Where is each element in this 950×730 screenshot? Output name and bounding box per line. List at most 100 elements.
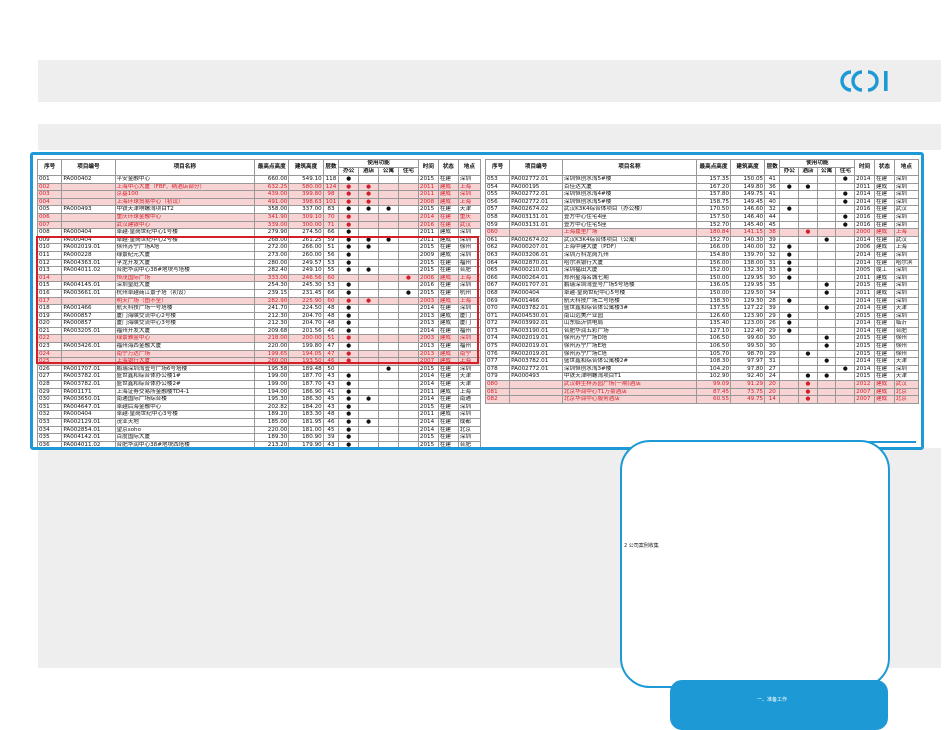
table-row[interactable]: 060 上海嘉里广场 180.84 141.15 38 ● 2000 建成 上海: [484, 228, 920, 237]
col-header[interactable]: 公寓: [816, 167, 837, 176]
table-cell: 建成: [873, 228, 895, 237]
table-row[interactable]: 032 PA000404 卓越·皇岗世纪中心3号楼 189.20 183.30 48 ● 20…: [36, 410, 482, 419]
table-row[interactable]: 034 PA002854.01 望京soho 220.00 181.00 45 ● 2014 在…: [36, 425, 482, 435]
col-header[interactable]: 状态: [437, 159, 459, 176]
col-header[interactable]: 最高点高度: [695, 159, 732, 176]
table-cell: 上海: [457, 197, 482, 207]
col-header[interactable]: 住宅: [835, 167, 856, 176]
table-row[interactable]: 077 PA003782.01 盛世鑫和综合体公寓楼2# 108.30 97.97 31 ●…: [484, 357, 920, 366]
col-header[interactable]: 时间: [854, 159, 875, 176]
col-header[interactable]: 项目名称: [561, 159, 697, 176]
table-row[interactable]: 067 PA001707.01 鹏瑞深圳湾壹号广场5号塔楼 136.05 129.95 3…: [484, 281, 920, 290]
col-header[interactable]: 时间: [417, 159, 439, 176]
table-row[interactable]: 080 武汉群生梓苏园广场(一期)酒店 99.09 91.29 20 ● 2012 建成 武汉: [484, 380, 920, 389]
col-header[interactable]: 建筑高度: [288, 159, 324, 176]
table-cell: 87.45: [695, 387, 732, 397]
table-row[interactable]: 062 PA000207.01 上海中建大厦（PDF） 166.00 140.00 32 ●…: [484, 243, 920, 252]
table-row[interactable]: 071 PA004530.01 南山远美产业园 126.60 123.90 29 ● 2015…: [484, 311, 920, 321]
col-header[interactable]: 住宅: [397, 167, 419, 176]
col-header[interactable]: 层数: [322, 159, 340, 176]
col-header[interactable]: 酒店: [358, 167, 380, 176]
col-header[interactable]: 公寓: [378, 167, 399, 176]
table-cell: 深圳: [893, 281, 920, 290]
col-header[interactable]: 序号: [36, 159, 63, 176]
table-row[interactable]: 057 PA002674.02 武汉K3K4综合体项目（办公楼） 170.50 146.…: [484, 205, 920, 214]
col-header[interactable]: 建筑高度: [730, 159, 766, 176]
table-row[interactable]: 006 重庆环球金融中心 341.90 309.10 70 ● 2014 在建 重庆: [36, 212, 482, 222]
table-cell: [816, 349, 837, 359]
table-row[interactable]: 037 武汉群生梓苏园广场(一期)写字楼186.70179.4042● 2010建成…: [38, 449, 481, 450]
table-row[interactable]: 003 京基100 439.00 399.80 98 ● ● 2011 建成 深圳: [36, 190, 482, 199]
table-row[interactable]: 076 PA002019.01 徐州苏宁广场C塔 105.70 98.70 29 ● 2015…: [484, 349, 920, 359]
table-row[interactable]: 070 PA003782.01 盛世鑫和综合体公寓楼3# 137.55 127.22 39…: [484, 304, 920, 313]
table-row[interactable]: 065 PA000210.01 深圳福田大厦 152.00 132.30 33 ● 2005 竣…: [484, 266, 920, 275]
table-row[interactable]: 056 PA002772.01 深圳恒创水湾5#楼 158.75 149.45 40 ● 20…: [484, 197, 920, 207]
table-row[interactable]: 002 上海中心大厦（FBF、纳酒店部分） 632.25 580.00 124 ● ● 201…: [36, 182, 482, 192]
col-header[interactable]: 地点: [457, 159, 482, 176]
table-row[interactable]: 064 PA002870.01 哈尔滨银行大厦 156.00 138.00 31 ● 2014…: [484, 258, 920, 268]
table-row[interactable]: 058 PA003131.01 壹方中心住宅4座 157.50 146.40 44 ● 201…: [484, 212, 920, 222]
table-cell: 068: [484, 288, 511, 298]
table-row[interactable]: 072 PA003992.01 山东临沂供电局 135.40 123.00 26 ● 2014…: [484, 319, 920, 328]
table-row[interactable]: 036 PA004011.02 合肥华润中心38#地块西塔楼 213.20 179.90…: [36, 440, 482, 447]
table-row[interactable]: 027 PA003782.01 盛世鑫和综合体办公楼1# 199.00 187.70 43…: [36, 372, 482, 382]
table-cell: ●: [338, 387, 360, 397]
col-header[interactable]: 最高点高度: [254, 159, 290, 176]
table-row[interactable]: 026 PA001707.01 鹏瑞深圳湾壹号广场6号塔楼 195.58 189.48 5…: [36, 364, 482, 374]
table-row[interactable]: 066 PA000264.01 郑州星海名城七期 150.00 129.95 30 ● 201…: [484, 273, 920, 283]
col-group-header[interactable]: 使用功能: [338, 159, 419, 168]
table-cell: [816, 175, 837, 184]
col-header[interactable]: 酒店: [798, 167, 818, 176]
table-row[interactable]: 004 上海环球贸易中心（初设） 491.00 398.63 101 ● ● 2008 建成 上海: [36, 197, 482, 207]
col-header[interactable]: 地点: [893, 159, 920, 176]
table-row[interactable]: 035 PA004142.01 百度国际大厦 189.30 180.90 39 ● 2015 在…: [36, 433, 482, 442]
table-row[interactable]: 031 PA004647.01 卓越后海金融中心 202.82 184.20 43 ● 201…: [36, 402, 482, 412]
table-cell: 180.84: [695, 228, 732, 237]
table-row[interactable]: 054 PA000195 百佳达大厦 167.20 149.80 36 ● ● 2011 建成 深圳: [484, 182, 920, 192]
table-row[interactable]: 061 PA002674.02 武汉K3K4综合体项目（公寓） 152.70 140.3…: [484, 235, 920, 245]
table-row[interactable]: 081 北京华润中心T1万豪酒店 87.45 73.75 20 ● 2007 建成 北京: [484, 387, 920, 397]
table-row[interactable]: 033 PA002129.01 茂业天地 185.00 181.95 46 ● ● 2014 在建…: [36, 418, 482, 427]
table-row[interactable]: 001 PA000402 平安金融中心 660.00 549.10 118 ● 2015 在建深…: [36, 175, 482, 184]
col-header[interactable]: 层数: [764, 159, 781, 176]
col-header[interactable]: 状态: [873, 159, 895, 176]
table-row[interactable]: 005 PA000493 中铁天津响螺湾项目T2 358.00 337.00 83 ● ● ● 2…: [36, 205, 482, 214]
table-cell: 武汉: [457, 220, 482, 230]
table-row[interactable]: 068 PA000404 卓越·皇岗世纪中心5号楼 150.00 129.50 34 ● 20…: [484, 288, 920, 298]
table-row[interactable]: 063 PA003206.01 深圳万科龙岗九州 154.80 139.70 32 ● 201…: [484, 250, 920, 260]
table-row[interactable]: 059 PA003131.01 壹方中心住宅5座 152.70 145.40 45 ● 201…: [484, 220, 920, 230]
table-cell: ●: [358, 182, 380, 192]
table-cell: 在建: [873, 175, 895, 184]
table-cell: [397, 364, 419, 374]
table-cell: 152.00: [695, 266, 732, 275]
col-header[interactable]: 办公: [338, 167, 360, 176]
table-cell: 2014: [417, 395, 439, 404]
table-cell: [397, 175, 419, 184]
table-cell: 深圳: [457, 410, 482, 419]
table-row[interactable]: 029 PA001171 上海证券交易所金融楼TD4-1 194.00 186.90 41…: [36, 387, 482, 397]
table-row[interactable]: 074 PA002019.01 徐州苏宁广场D塔 106.50 99.60 30 ● 2015…: [484, 334, 920, 344]
col-header[interactable]: 项目名称: [114, 159, 256, 176]
col-header[interactable]: 项目编号: [509, 159, 563, 176]
table-row[interactable]: 082 北京华润中心服务酒店 60.55 49.75 14 ● 2007 建成 北京: [484, 395, 920, 404]
table-cell: 2014: [854, 190, 875, 199]
table-row[interactable]: 055 PA002772.01 深圳恒创水湾4#楼 157.80 149.75 41 ● 20…: [484, 190, 920, 199]
col-group-header[interactable]: 使用功能: [779, 159, 856, 168]
section-pill[interactable]: [670, 680, 888, 730]
table-cell: 在建: [873, 212, 895, 222]
table-row[interactable]: 069 PA001466 航天科技广场二号塔楼 138.30 129.30 28 ● 2014…: [484, 296, 920, 306]
table-row[interactable]: 078 PA002772.01 深圳恒创水湾3#楼 104.20 97.80 27 ● 201…: [484, 364, 920, 374]
table-cell: 鹏瑞深圳湾壹号广场6号塔楼: [114, 364, 256, 374]
table-row[interactable]: 007 武汉建银中心 339.00 300.00 71 ● 2016 在建 武汉: [36, 220, 482, 230]
table-row[interactable]: 073 PA003190.01 合肥华润五彩广场 127.10 122.40 29 ● 201…: [484, 326, 920, 336]
table-row[interactable]: 075 PA002019.01 徐州苏宁广场E塔 106.50 99.50 30 ● 2015…: [484, 342, 920, 351]
table-cell: 建成: [873, 380, 895, 389]
table-row[interactable]: 053 PA002772.01 深圳恒创水湾5#楼 157.35 150.05 41 ● 20…: [484, 175, 920, 184]
col-header[interactable]: 办公: [779, 167, 800, 176]
table-row[interactable]: 079 PA000493 中铁天津响螺湾项目T1 102.90 92.40 24 ● ● 201…: [484, 372, 920, 382]
col-header[interactable]: 项目编号: [61, 159, 116, 176]
table-row[interactable]: 030 PA003650.01 南通国际广场综合楼 195.30 186.30 45 ● ● 2…: [36, 395, 482, 404]
table-cell: 007: [36, 220, 63, 230]
col-header[interactable]: 序号: [484, 159, 511, 176]
table-row[interactable]: 028 PA003782.01 盛世鑫和综合体办公楼2# 199.00 187.70 43…: [36, 380, 482, 389]
